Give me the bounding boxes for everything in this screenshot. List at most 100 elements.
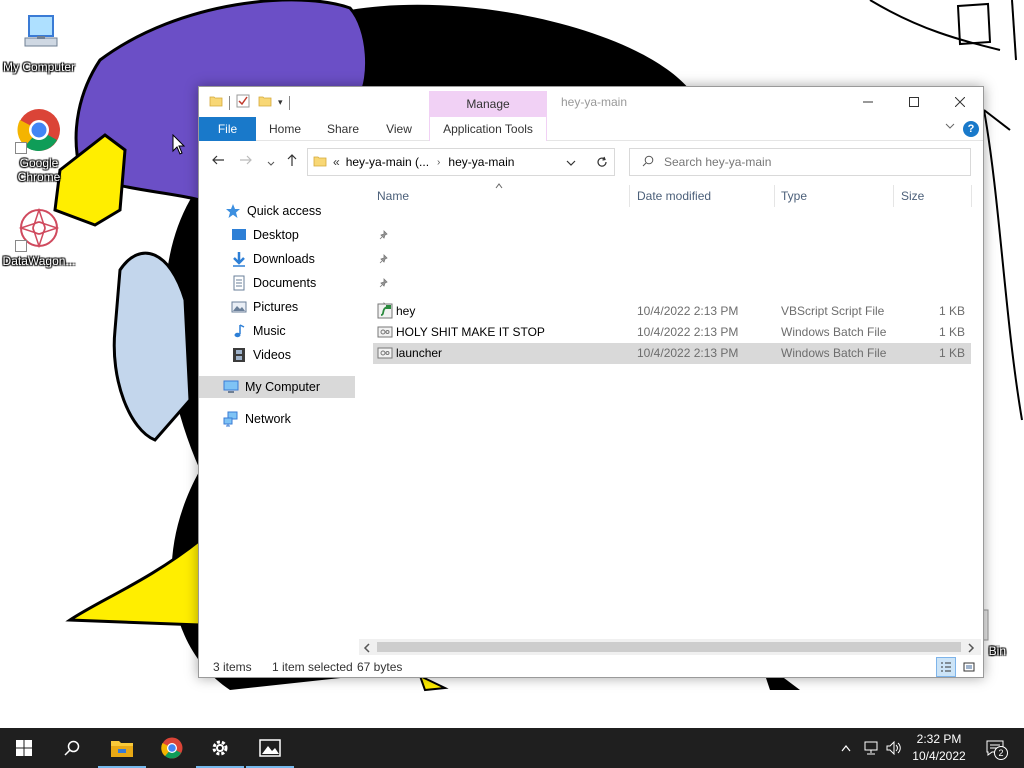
- help-icon[interactable]: ?: [963, 121, 979, 137]
- batch-file-icon: [377, 345, 393, 364]
- taskbar-photos[interactable]: [246, 728, 294, 768]
- search-button[interactable]: [48, 728, 96, 768]
- desktop-icon: [231, 227, 247, 243]
- pictures-icon: [231, 299, 247, 315]
- breadcrumb-item[interactable]: hey-ya-main (...: [346, 155, 429, 169]
- nav-quick-access[interactable]: Quick access: [225, 200, 381, 222]
- nav-documents[interactable]: Documents: [231, 272, 388, 294]
- file-row[interactable]: HOLY SHIT MAKE IT STOP 10/4/2022 2:13 PM…: [373, 322, 971, 343]
- nav-desktop[interactable]: Desktop: [231, 224, 388, 246]
- nav-network[interactable]: Network: [223, 408, 379, 430]
- music-note-icon: [231, 323, 247, 339]
- column-header-date-modified[interactable]: Date modified: [637, 189, 711, 205]
- file-explorer-window[interactable]: ▾ Manage hey-ya-main File Home Share Vie…: [198, 86, 984, 678]
- column-divider[interactable]: [893, 185, 894, 207]
- tab-file[interactable]: File: [199, 117, 256, 141]
- properties-icon[interactable]: [236, 94, 250, 111]
- action-center-button[interactable]: 2: [980, 728, 1010, 768]
- maximize-icon: [909, 97, 919, 107]
- file-date-modified: 10/4/2022 2:13 PM: [637, 346, 739, 360]
- close-button[interactable]: [937, 87, 983, 117]
- nav-downloads[interactable]: Downloads: [231, 248, 388, 270]
- large-icons-view-icon: [963, 662, 975, 672]
- column-header-type[interactable]: Type: [781, 189, 807, 205]
- forward-button[interactable]: [239, 153, 253, 170]
- column-divider[interactable]: [629, 185, 630, 207]
- breadcrumb-separator-icon: ›: [437, 156, 441, 168]
- gear-icon: [212, 740, 228, 756]
- title-bar[interactable]: ▾ Manage hey-ya-main: [199, 87, 983, 117]
- taskbar-clock[interactable]: 2:32 PM 10/4/2022: [904, 731, 974, 765]
- column-header-name[interactable]: Name: [377, 189, 409, 205]
- scrollbar-thumb[interactable]: [377, 642, 961, 652]
- taskbar-google-chrome[interactable]: [148, 728, 196, 768]
- file-size: 1 KB: [938, 325, 965, 339]
- sort-ascending-icon: [495, 178, 503, 192]
- customize-toolbar-dropdown-icon[interactable]: ▾: [278, 97, 283, 108]
- nav-label: Network: [245, 412, 291, 426]
- nav-music[interactable]: Music: [231, 320, 387, 342]
- tab-view[interactable]: View: [375, 117, 423, 141]
- address-dropdown-icon[interactable]: [566, 157, 576, 171]
- details-view-button[interactable]: [936, 657, 956, 677]
- tab-application-tools[interactable]: Application Tools: [429, 117, 547, 141]
- start-button[interactable]: [0, 728, 48, 768]
- desktop-icon-google-chrome[interactable]: Google Chrome: [0, 106, 78, 184]
- file-explorer-icon: [111, 741, 133, 757]
- forward-arrow-icon: [240, 155, 252, 165]
- file-type: Windows Batch File: [781, 346, 887, 360]
- show-hidden-icons-button[interactable]: [838, 728, 854, 768]
- expand-ribbon-icon[interactable]: [945, 121, 955, 134]
- recent-locations-button[interactable]: [267, 155, 275, 171]
- taskbar: 2:32 PM 10/4/2022 2: [0, 728, 1024, 768]
- maximize-button[interactable]: [891, 87, 937, 117]
- minimize-button[interactable]: [845, 87, 891, 117]
- chrome-icon: [161, 737, 183, 759]
- network-status-button[interactable]: [860, 728, 882, 768]
- breadcrumb-overflow[interactable]: «: [333, 155, 340, 169]
- up-button[interactable]: [285, 153, 299, 170]
- shortcut-arrow-icon: [15, 142, 27, 154]
- search-placeholder: Search hey-ya-main: [664, 155, 772, 169]
- taskbar-settings[interactable]: [196, 728, 244, 768]
- search-box[interactable]: Search hey-ya-main: [629, 148, 971, 176]
- batch-file-icon: [377, 324, 393, 343]
- scroll-right-icon[interactable]: [967, 642, 975, 656]
- refresh-button[interactable]: [589, 148, 615, 176]
- volume-button[interactable]: [884, 728, 904, 768]
- column-divider[interactable]: [774, 185, 775, 207]
- address-bar[interactable]: « hey-ya-main (... › hey-ya-main: [307, 148, 615, 176]
- tab-home[interactable]: Home: [261, 117, 309, 141]
- computer-icon: [223, 379, 239, 395]
- folder-icon: [313, 154, 327, 171]
- column-divider[interactable]: [971, 185, 972, 207]
- minimize-icon: [863, 101, 873, 103]
- back-button[interactable]: [211, 153, 225, 170]
- status-bar: 3 items 1 item selected 67 bytes: [199, 657, 983, 677]
- quick-access-toolbar: ▾: [209, 94, 296, 111]
- column-header-size[interactable]: Size: [901, 189, 924, 205]
- nav-videos[interactable]: Videos: [231, 344, 387, 366]
- status-selection: 1 item selected: [272, 660, 353, 674]
- new-folder-icon[interactable]: [258, 94, 272, 111]
- tab-manage-contextual[interactable]: Manage: [429, 91, 547, 117]
- shortcut-arrow-icon: [15, 240, 27, 252]
- file-date-modified: 10/4/2022 2:13 PM: [637, 304, 739, 318]
- scroll-left-icon[interactable]: [363, 642, 371, 656]
- desktop-icon-label: My Computer: [2, 60, 76, 74]
- large-icons-view-button[interactable]: [959, 657, 979, 677]
- taskbar-file-explorer[interactable]: [98, 728, 146, 768]
- nav-pictures[interactable]: Pictures: [231, 296, 388, 318]
- speaker-icon: [886, 741, 901, 755]
- nav-my-computer[interactable]: My Computer: [199, 376, 355, 398]
- desktop-icon-my-computer[interactable]: My Computer: [0, 10, 78, 74]
- nav-label: My Computer: [245, 380, 321, 394]
- star-icon: [225, 203, 241, 219]
- tab-share[interactable]: Share: [319, 117, 367, 141]
- desktop-icon-datawagon[interactable]: DataWagon...: [0, 204, 78, 268]
- file-row[interactable]: hey 10/4/2022 2:13 PM VBScript Script Fi…: [373, 301, 971, 322]
- file-row-selected[interactable]: launcher 10/4/2022 2:13 PM Windows Batch…: [373, 343, 971, 364]
- horizontal-scrollbar[interactable]: [359, 639, 981, 655]
- desktop-icon-label: Google Chrome: [17, 156, 61, 184]
- breadcrumb-item[interactable]: hey-ya-main: [448, 155, 514, 169]
